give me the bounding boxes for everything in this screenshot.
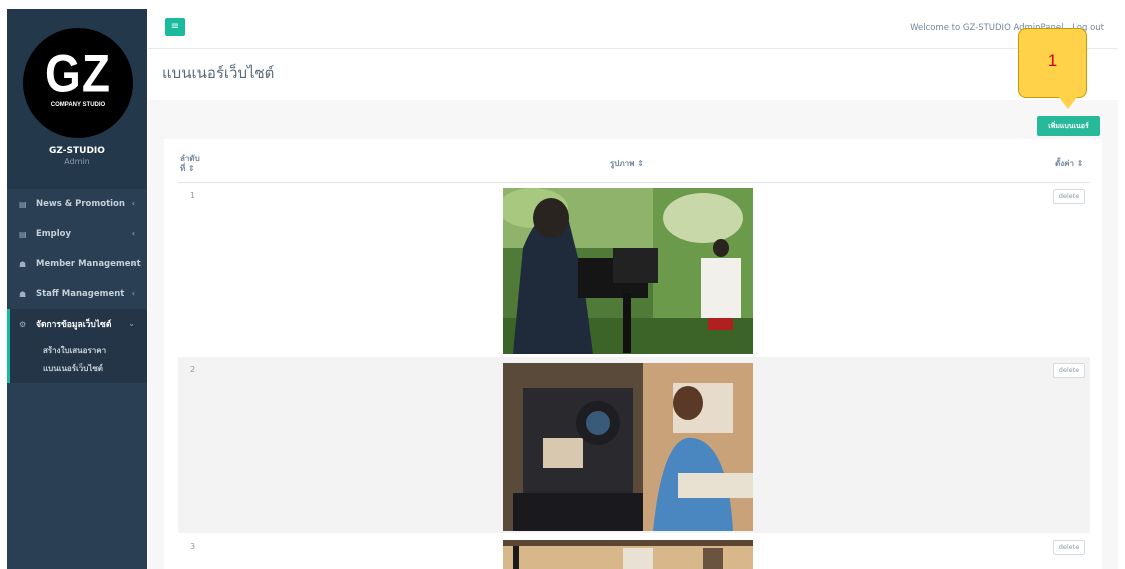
newspaper-icon: ▤ xyxy=(19,229,27,239)
chevron-left-icon: ‹ xyxy=(131,259,135,268)
logo-subtext: COMPANY STUDIO xyxy=(50,102,106,108)
table-row: 3 delete xyxy=(178,534,1090,569)
logo[interactable]: GZ COMPANY STUDIO xyxy=(23,28,133,138)
sidebar-menu: ▤ News & Promotion ‹ ▤ Employ ‹ ☗ Member… xyxy=(7,189,147,383)
sidebar-item-label: Member Management xyxy=(36,259,141,269)
sidebar-item-label: จัดการข้อมูลเว็บไซต์ xyxy=(36,320,112,330)
sidebar-brand: GZ COMPANY STUDIO GZ-STUDIO Admin xyxy=(7,9,147,189)
top-navbar: ≡ Welcome to GZ-STUDIO AdminPanel Log ou… xyxy=(148,9,1118,49)
profile-name: GZ-STUDIO xyxy=(49,146,105,156)
menu-toggle-button[interactable]: ≡ xyxy=(165,18,185,36)
sidebar-item-member-management[interactable]: ☗ Member Management ‹ xyxy=(7,249,147,279)
sidebar-item-label: Employ xyxy=(36,229,72,239)
gears-icon: ⚙ xyxy=(19,319,27,329)
banner-image xyxy=(503,188,753,354)
callout-arrow xyxy=(1058,96,1078,109)
hamburger-icon: ≡ xyxy=(170,21,180,32)
callout-marker: 1 xyxy=(1018,28,1087,98)
submenu-item-quotation[interactable]: สร้างใบเสนอราคา xyxy=(10,341,147,359)
delete-button[interactable]: delete xyxy=(1053,363,1085,378)
column-header-image[interactable]: รูปภาพ ⇕ xyxy=(610,157,644,170)
sidebar-item-label: Staff Management xyxy=(36,289,125,299)
row-number: 2 xyxy=(190,365,196,374)
page-title: แบนเนอร์เว็บไซต์ xyxy=(162,64,275,82)
users-icon: ☗ xyxy=(19,289,27,299)
add-banner-button[interactable]: เพิ่มแบนเนอร์ xyxy=(1037,116,1100,136)
column-header-order[interactable]: ลำดับ ที่ ⇕ xyxy=(180,154,200,174)
logo-text: GZ xyxy=(45,43,111,103)
delete-button[interactable]: delete xyxy=(1053,189,1085,204)
delete-button[interactable]: delete xyxy=(1053,540,1085,555)
chevron-down-icon: ⌄ xyxy=(128,319,135,328)
submenu-item-banner[interactable]: แบนเนอร์เว็บไซต์ xyxy=(10,359,147,377)
chevron-left-icon: ‹ xyxy=(131,229,135,238)
column-header-order-label: ลำดับ xyxy=(180,154,200,163)
sidebar-submenu: สร้างใบเสนอราคา แบนเนอร์เว็บไซต์ xyxy=(7,339,147,383)
row-number: 1 xyxy=(190,191,196,200)
table-row: 1 delete xyxy=(178,183,1090,356)
newspaper-icon: ▤ xyxy=(19,199,27,209)
chevron-left-icon: ‹ xyxy=(131,199,135,208)
chevron-left-icon: ‹ xyxy=(131,289,135,298)
sidebar: GZ COMPANY STUDIO GZ-STUDIO Admin ▤ News… xyxy=(7,9,147,569)
admin-page: GZ COMPANY STUDIO GZ-STUDIO Admin ▤ News… xyxy=(0,0,1125,569)
row-number: 3 xyxy=(190,542,196,551)
banner-image xyxy=(503,363,753,531)
column-header-order-suffix: ที่ ⇕ xyxy=(180,164,195,173)
sidebar-item-website-data[interactable]: ⚙ จัดการข้อมูลเว็บไซต์ ⌄ xyxy=(7,309,147,339)
sidebar-item-label: News & Promotion xyxy=(36,199,125,209)
profile-role: Admin xyxy=(64,157,90,166)
callout-number: 1 xyxy=(1047,51,1058,70)
table-row: 2 delete xyxy=(178,357,1090,533)
sidebar-item-news-promotion[interactable]: ▤ News & Promotion ‹ xyxy=(7,189,147,219)
column-header-settings[interactable]: ตั้งค่า ⇕ xyxy=(1055,157,1083,170)
sidebar-item-staff-management[interactable]: ☗ Staff Management ‹ xyxy=(7,279,147,309)
banner-image xyxy=(503,540,753,569)
sidebar-item-employ[interactable]: ▤ Employ ‹ xyxy=(7,219,147,249)
users-icon: ☗ xyxy=(19,259,27,269)
